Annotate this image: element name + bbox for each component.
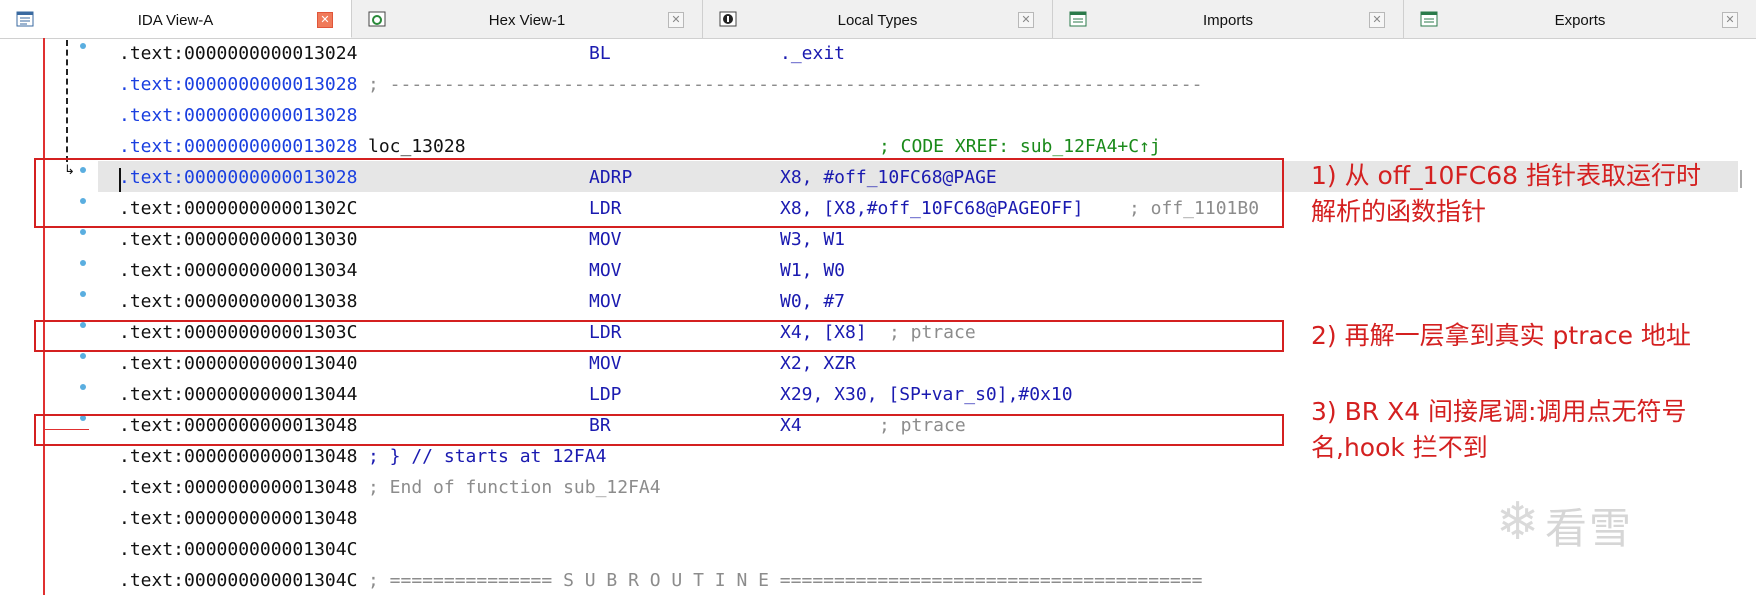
- annotation-2: 2) 再解一层拿到真实 ptrace 地址: [1311, 318, 1691, 354]
- operands: W3, W1: [780, 229, 846, 250]
- tab-label: Local Types: [837, 12, 918, 29]
- breakpoint-dot[interactable]: [80, 43, 86, 49]
- mnemonic: MOV: [589, 229, 622, 250]
- address: .text:0000000000013044: [119, 384, 358, 405]
- close-icon[interactable]: ✕: [1018, 12, 1034, 28]
- tab-local-types[interactable]: Local Types ✕: [703, 0, 1053, 38]
- disasm-line[interactable]: .text:0000000000013038 MOV W0, #7: [119, 286, 845, 317]
- annotation-box-2: [34, 320, 1284, 352]
- address: .text:0000000000013028: [119, 136, 358, 157]
- mnemonic: MOV: [589, 260, 622, 281]
- scrollbar-marker[interactable]: [1740, 170, 1742, 188]
- close-icon[interactable]: ✕: [317, 12, 333, 28]
- operands: W1, W0: [780, 260, 846, 281]
- breakpoint-dot[interactable]: [80, 229, 86, 235]
- annotation-box-3: [34, 414, 1284, 446]
- close-icon[interactable]: ✕: [1369, 12, 1385, 28]
- tab-bar: IDA View-A ✕ Hex View-1 ✕ Local Types ✕ …: [0, 0, 1756, 39]
- operands: X2, XZR: [780, 353, 856, 374]
- address: .text:0000000000013024: [119, 43, 358, 64]
- tab-ida-view-a[interactable]: IDA View-A ✕: [0, 0, 352, 38]
- disasm-line[interactable]: .text:0000000000013028 ; ----------------…: [119, 69, 1202, 100]
- mnemonic: MOV: [589, 353, 622, 374]
- address: .text:0000000000013048: [119, 508, 358, 529]
- annotation-3-line1: 3) BR X4 间接尾调:调用点无符号: [1311, 397, 1687, 426]
- disasm-line[interactable]: .text:0000000000013028: [119, 100, 357, 131]
- operands: W0, #7: [780, 291, 846, 312]
- tab-label: Imports: [1202, 12, 1253, 29]
- snowflake-logo-icon: ❄: [1496, 492, 1540, 552]
- address: .text:000000000001304C: [119, 570, 358, 591]
- annotation-1-line2: 解析的函数指针: [1311, 197, 1487, 226]
- tab-label: Hex View-1: [488, 12, 566, 29]
- address: .text:0000000000013048: [119, 446, 358, 467]
- disasm-line[interactable]: .text:0000000000013024 BL ._exit: [119, 38, 845, 69]
- breakpoint-dot[interactable]: [80, 353, 86, 359]
- disasm-line[interactable]: .text:0000000000013048 ; End of function …: [119, 472, 661, 503]
- disasm-line[interactable]: .text:0000000000013044 LDP X29, X30, [SP+v…: [119, 379, 1073, 410]
- watermark: 看雪: [1545, 504, 1634, 553]
- disasm-line[interactable]: .text:000000000001304C: [119, 534, 357, 565]
- mnemonic: LDP: [589, 384, 622, 405]
- disasm-line[interactable]: .text:0000000000013030 MOV W3, W1: [119, 224, 845, 255]
- operands: X29, X30, [SP+var_s0],#0x10: [780, 384, 1073, 405]
- address: .text:0000000000013038: [119, 291, 358, 312]
- address: .text:0000000000013028: [119, 74, 358, 95]
- address: .text:0000000000013028: [119, 105, 358, 126]
- address: .text:0000000000013034: [119, 260, 358, 281]
- comment: ; --------------------------------------…: [368, 74, 1203, 95]
- disasm-line[interactable]: .text:0000000000013040 MOV X2, XZR: [119, 348, 856, 379]
- annotation-box-1: [34, 158, 1284, 228]
- address: .text:0000000000013040: [119, 353, 358, 374]
- address: .text:0000000000013030: [119, 229, 358, 250]
- tab-hex-view-1[interactable]: Hex View-1 ✕: [352, 0, 703, 38]
- tab-label: IDA View-A: [137, 12, 214, 29]
- disasm-line[interactable]: .text:0000000000013048: [119, 503, 357, 534]
- breakpoint-dot[interactable]: [80, 384, 86, 390]
- operands: ._exit: [780, 43, 846, 64]
- tab-imports[interactable]: Imports ✕: [1053, 0, 1404, 38]
- address: .text:0000000000013048: [119, 477, 358, 498]
- close-icon[interactable]: ✕: [1722, 12, 1738, 28]
- tab-exports[interactable]: Exports ✕: [1404, 0, 1756, 38]
- comment: ; End of function sub_12FA4: [368, 477, 661, 498]
- disasm-line[interactable]: .text:0000000000013034 MOV W1, W0: [119, 255, 845, 286]
- mnemonic: MOV: [589, 291, 622, 312]
- annotation-2-line1: 2) 再解一层拿到真实 ptrace 地址: [1311, 321, 1691, 350]
- annotation-1-line1: 1) 从 off_10FC68 指针表取运行时: [1311, 161, 1701, 190]
- jump-arrow-dashed: [66, 40, 68, 162]
- disasm-line[interactable]: .text:000000000001304C ; =============== …: [119, 565, 1202, 596]
- address: .text:000000000001304C: [119, 539, 358, 560]
- mnemonic: BL: [589, 43, 611, 64]
- comment: ; =============== S U B R O U T I N E ==…: [368, 570, 1203, 591]
- annotation-3-line2: 名,hook 拦不到: [1311, 433, 1488, 462]
- annotation-3: 3) BR X4 间接尾调:调用点无符号 名,hook 拦不到: [1311, 394, 1686, 466]
- tab-label: Exports: [1554, 12, 1606, 29]
- close-icon[interactable]: ✕: [668, 12, 684, 28]
- flow-arrow-line: [43, 38, 45, 595]
- breakpoint-dot[interactable]: [80, 291, 86, 297]
- breakpoint-dot[interactable]: [80, 260, 86, 266]
- annotation-1: 1) 从 off_10FC68 指针表取运行时 解析的函数指针: [1311, 158, 1701, 230]
